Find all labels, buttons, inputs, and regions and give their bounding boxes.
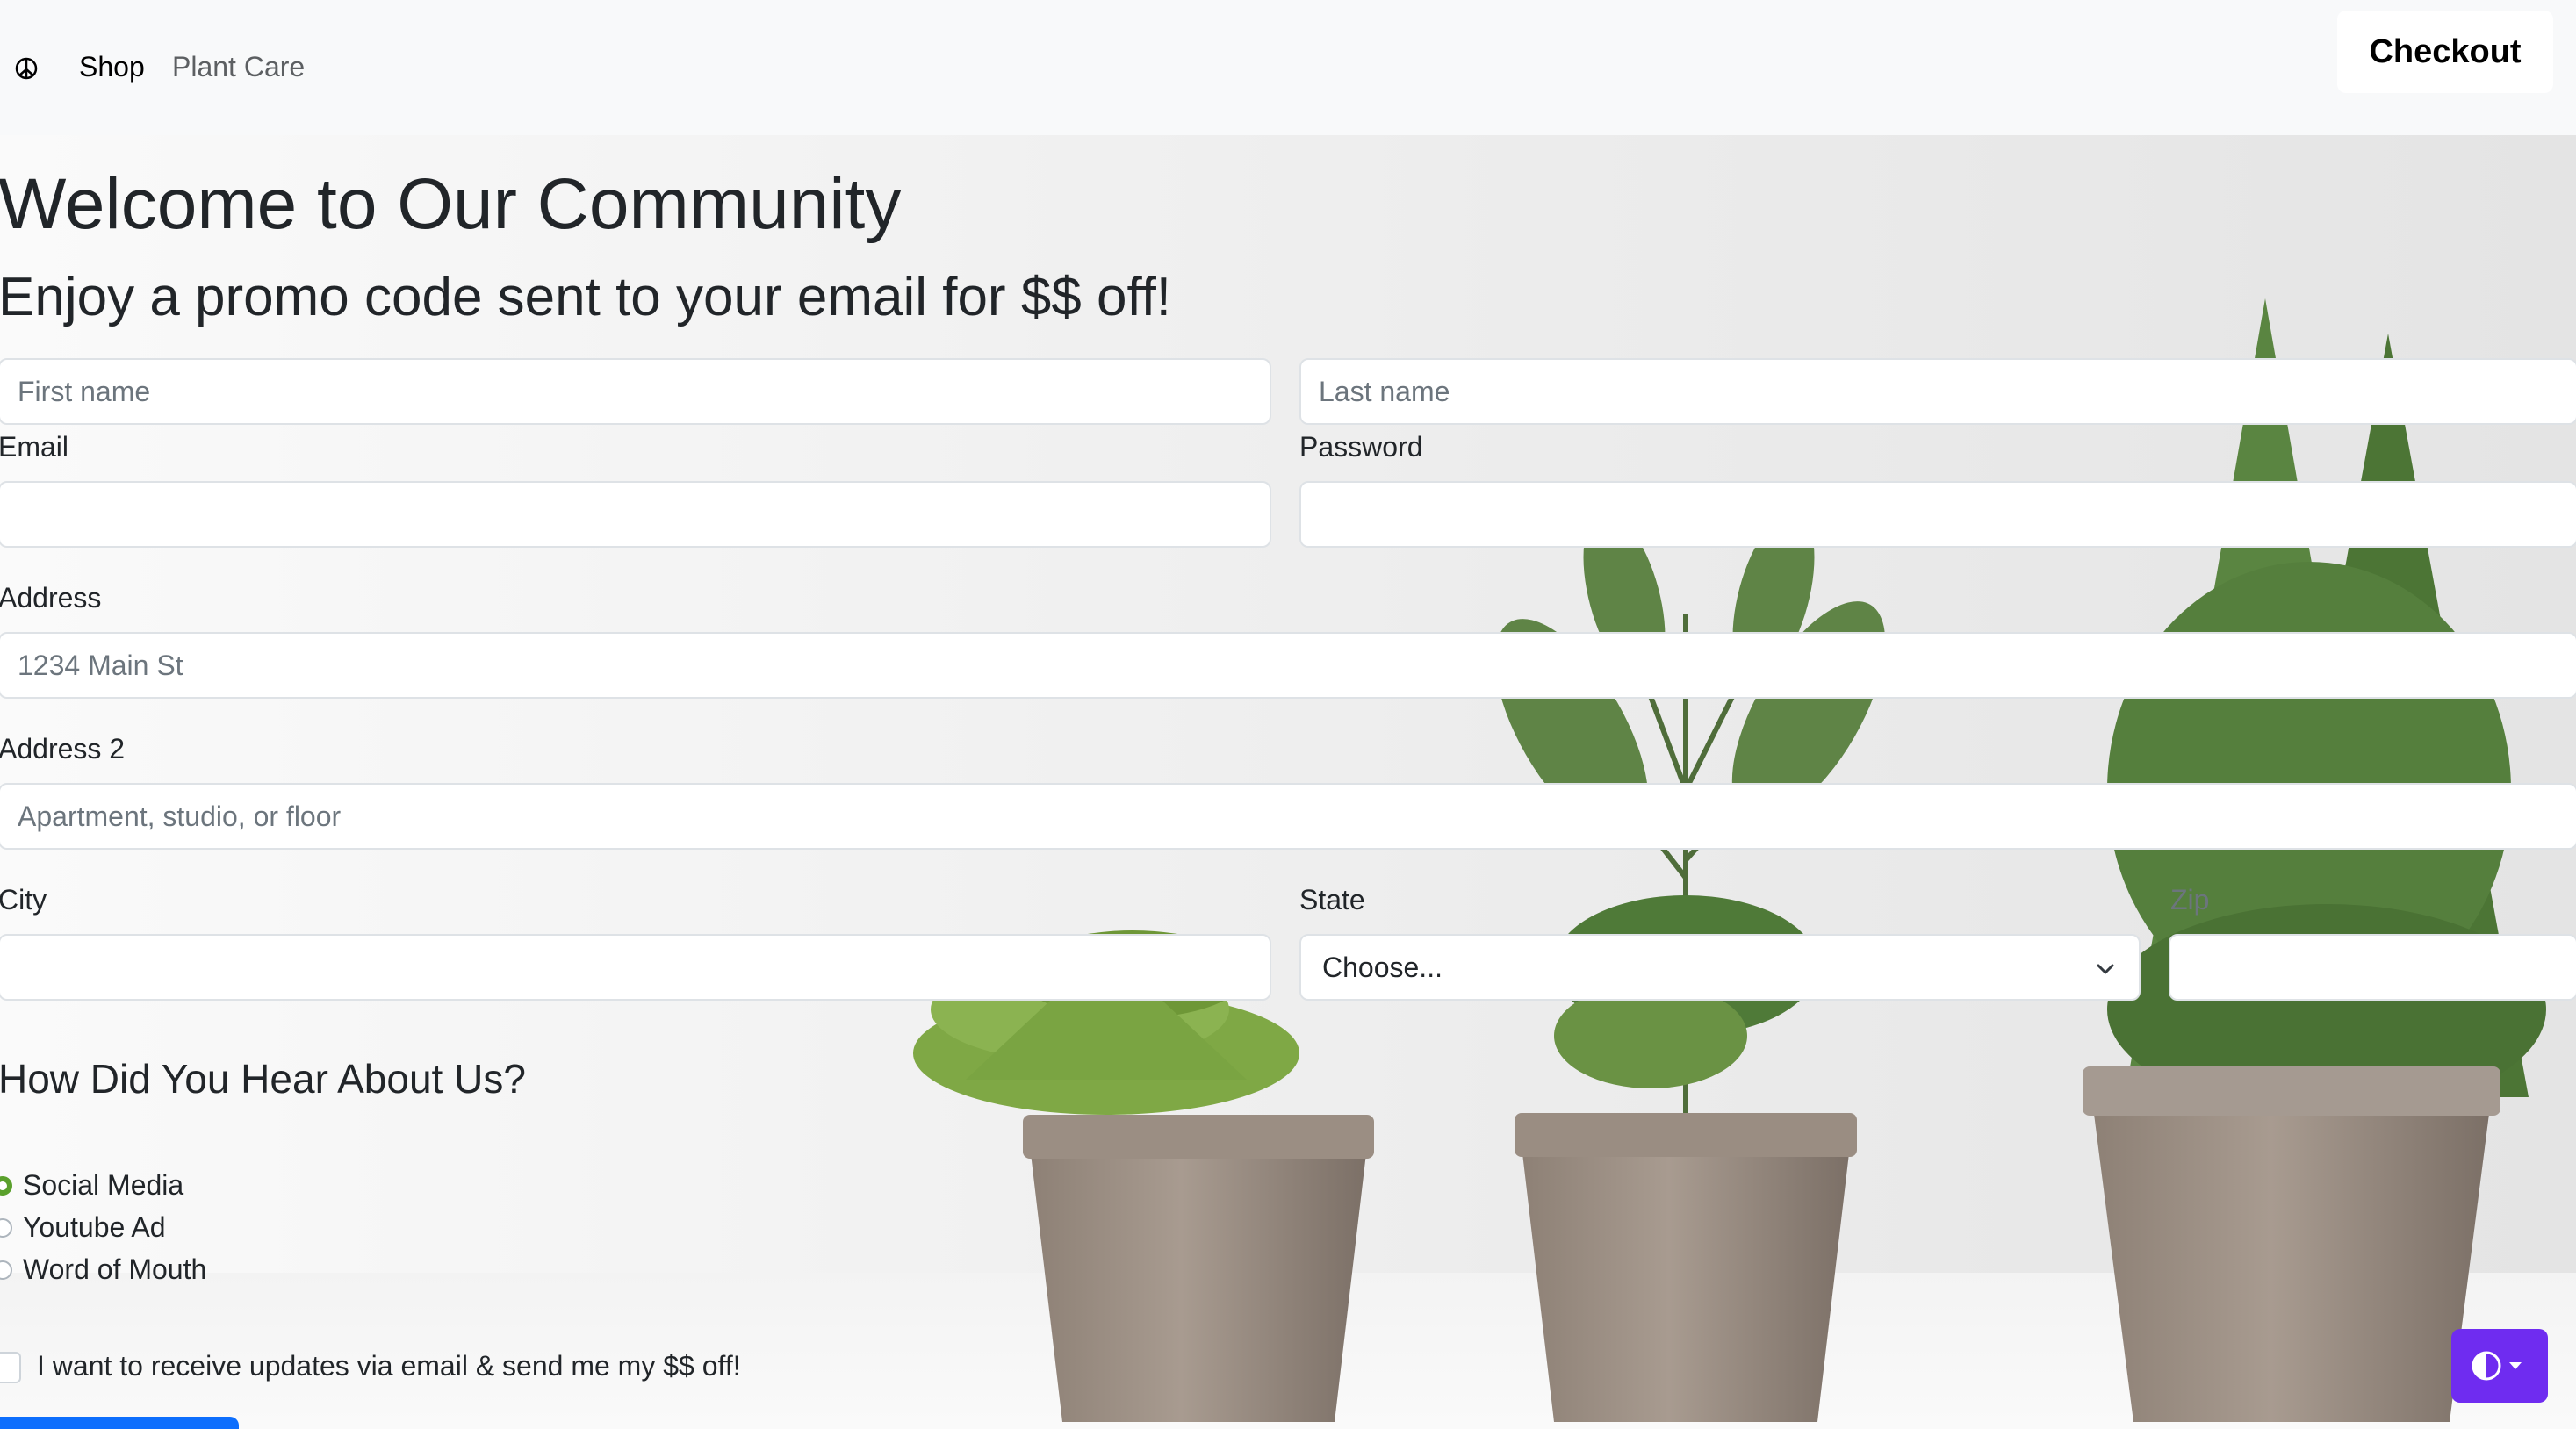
address-label: Address [0,582,102,614]
updates-checkbox-label: I want to receive updates via email & se… [37,1350,741,1382]
zip-label: Zip [2170,884,2210,916]
contrast-icon [2472,1351,2522,1381]
password-label: Password [1299,431,1423,463]
first-name-input[interactable] [0,358,1271,425]
state-select-value: Choose... [1322,951,1443,983]
checkout-button[interactable]: Checkout [2337,11,2553,93]
radio-label: Youtube Ad [23,1211,166,1243]
radio-label: Social Media [23,1169,184,1201]
email-label: Email [0,431,69,463]
chevron-down-icon [2097,964,2114,974]
caret-down-icon [2509,1362,2522,1369]
zip-input[interactable] [2169,934,2576,1001]
nav-link-plant-care[interactable]: Plant Care [172,49,305,84]
address2-input[interactable] [0,783,2576,850]
nav-link-shop[interactable]: Shop [79,49,145,84]
page-subtitle: Enjoy a promo code sent to your email fo… [0,267,1172,327]
radio-label: Word of Mouth [23,1253,207,1285]
updates-checkbox[interactable] [0,1352,21,1383]
state-select[interactable]: Choose... [1299,934,2141,1001]
survey-title: How Did You Hear About Us? [0,1056,526,1102]
state-label: State [1299,884,1365,916]
address2-label: Address 2 [0,733,126,765]
submit-button[interactable] [0,1417,239,1429]
city-input[interactable] [0,934,1271,1001]
email-field[interactable] [0,481,1271,548]
last-name-input[interactable] [1299,358,2576,425]
navbar: Shop Plant Care Checkout [0,0,2576,135]
address-input[interactable] [0,632,2576,699]
page-title: Welcome to Our Community [0,164,902,244]
password-field[interactable] [1299,481,2576,548]
city-label: City [0,884,47,916]
peace-icon[interactable] [14,56,39,81]
theme-toggle-button[interactable] [2451,1329,2548,1403]
